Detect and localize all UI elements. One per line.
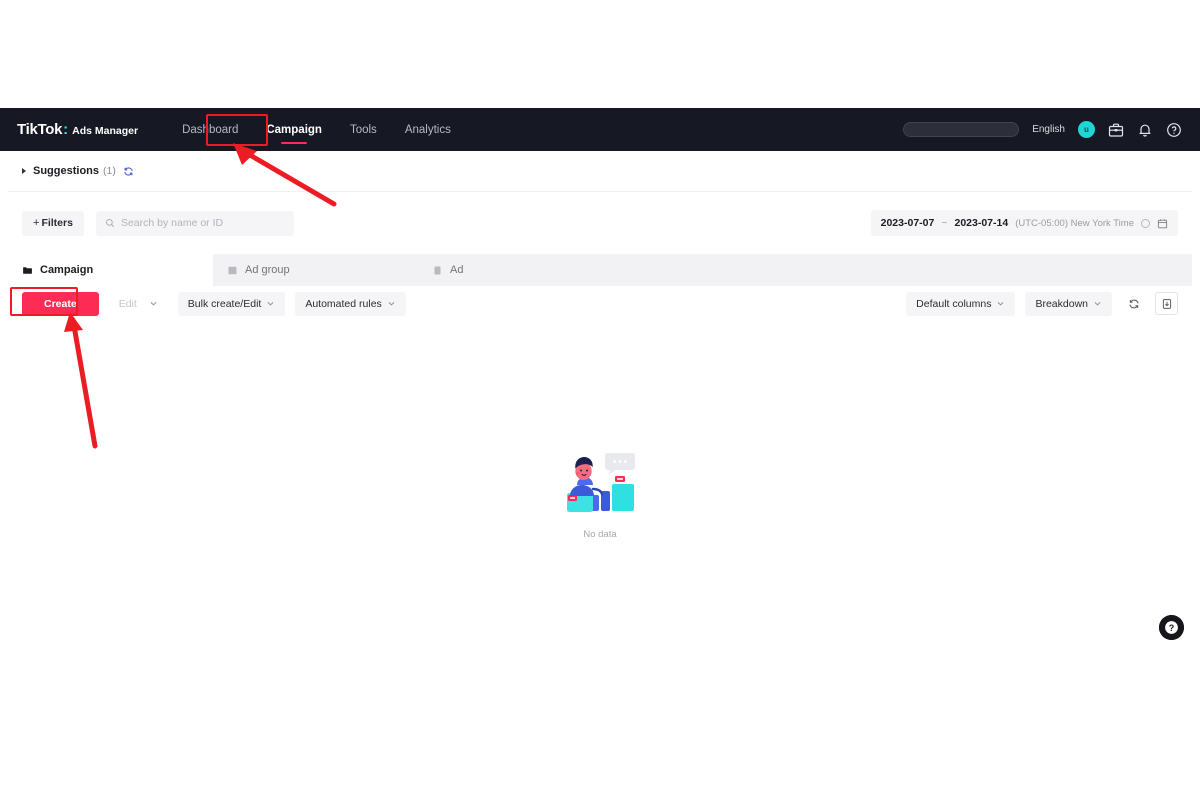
bell-icon[interactable] — [1137, 122, 1153, 138]
create-button[interactable]: Create — [22, 291, 99, 316]
chevron-right-icon[interactable] — [22, 168, 26, 174]
date-end: 2023-07-14 — [954, 217, 1009, 229]
date-start: 2023-07-07 — [880, 217, 935, 229]
account-selector[interactable] — [903, 122, 1020, 137]
language-selector[interactable]: English — [1032, 124, 1065, 135]
empty-state: No data — [8, 449, 1192, 540]
chevron-down-icon — [149, 299, 158, 308]
nav-item-tools[interactable]: Tools — [336, 118, 391, 142]
app-root: TikTok : Ads Manager Dashboard Campaign … — [0, 0, 1200, 800]
search-placeholder: Search by name or ID — [120, 217, 224, 229]
no-data-illustration — [567, 453, 635, 512]
default-columns-label: Default columns — [916, 297, 992, 310]
briefcase-icon[interactable] — [1108, 122, 1124, 138]
timezone-label: (UTC-05:00) New York Time — [1015, 217, 1134, 229]
automated-rules-dropdown[interactable]: Automated rules — [295, 291, 406, 316]
entity-tabs: Campaign Ad group Ad — [8, 254, 1192, 286]
breakdown-dropdown[interactable]: Breakdown — [1025, 291, 1112, 316]
brand-name: TikTok — [17, 121, 63, 138]
tab-campaign[interactable]: Campaign — [8, 254, 213, 286]
action-toolbar: Create Edit Bulk create/Edit Automated r… — [8, 286, 1192, 321]
nav-item-dashboard[interactable]: Dashboard — [168, 118, 252, 142]
search-icon — [105, 218, 115, 228]
chevron-down-icon — [387, 299, 396, 308]
suggestions-bar[interactable]: Suggestions (1) — [8, 151, 1192, 192]
suggestions-label: Suggestions — [33, 165, 100, 177]
avatar[interactable]: u — [1078, 121, 1095, 138]
campaign-folder-icon — [22, 265, 33, 276]
date-range-picker[interactable]: 2023-07-07 ~ 2023-07-14 (UTC-05:00) New … — [870, 210, 1178, 236]
nav-item-campaign[interactable]: Campaign — [252, 118, 336, 142]
tab-campaign-label: Campaign — [40, 264, 94, 276]
tab-ad[interactable]: Ad — [418, 254, 623, 286]
filters-button[interactable]: + Filters — [22, 210, 84, 236]
help-fab-button[interactable]: ? — [1159, 615, 1184, 640]
chevron-down-icon — [1093, 299, 1102, 308]
campaign-table-area: No data — [8, 321, 1192, 685]
filters-label: Filters — [41, 217, 73, 229]
help-question-icon: ? — [1159, 615, 1184, 640]
help-circle-icon[interactable] — [1166, 122, 1182, 138]
nav-right-group: English u — [903, 121, 1182, 138]
brand-logo[interactable]: TikTok : Ads Manager — [17, 121, 138, 138]
tab-ad-label: Ad — [450, 264, 464, 276]
refresh-icon[interactable] — [123, 166, 134, 177]
plus-icon: + — [33, 217, 40, 229]
tab-ad-group[interactable]: Ad group — [213, 254, 418, 286]
top-navigation-bar: TikTok : Ads Manager Dashboard Campaign … — [0, 108, 1200, 151]
calendar-icon[interactable] — [1157, 218, 1168, 229]
breakdown-label: Breakdown — [1035, 297, 1088, 310]
brand-suffix: Ads Manager — [72, 125, 139, 137]
tab-ad-group-label: Ad group — [245, 264, 290, 276]
brand-separator: : — [63, 121, 69, 138]
automated-rules-label: Automated rules — [305, 297, 382, 310]
ad-icon — [432, 265, 443, 276]
nav-item-analytics[interactable]: Analytics — [391, 118, 465, 142]
main-nav: Dashboard Campaign Tools Analytics — [168, 118, 465, 142]
edit-dropdown[interactable]: Edit — [109, 292, 168, 316]
search-input[interactable]: Search by name or ID — [95, 210, 294, 236]
suggestions-count: (1) — [103, 165, 116, 177]
info-icon[interactable] — [1141, 218, 1150, 228]
svg-text:?: ? — [1169, 623, 1175, 633]
toolbar-right-group: Default columns Breakdown — [896, 291, 1178, 316]
empty-state-text: No data — [583, 529, 617, 540]
bulk-create-edit-dropdown[interactable]: Bulk create/Edit — [177, 291, 286, 316]
export-button[interactable] — [1155, 292, 1178, 315]
ad-group-icon — [227, 265, 238, 276]
edit-label: Edit — [118, 297, 137, 310]
chevron-down-icon — [266, 299, 275, 308]
refresh-button[interactable] — [1122, 292, 1145, 315]
filter-bar: + Filters Search by name or ID 2023-07-0… — [8, 192, 1192, 254]
default-columns-dropdown[interactable]: Default columns — [906, 291, 1016, 316]
date-separator: ~ — [941, 217, 948, 229]
chevron-down-icon — [996, 299, 1005, 308]
bulk-create-edit-label: Bulk create/Edit — [187, 297, 262, 310]
